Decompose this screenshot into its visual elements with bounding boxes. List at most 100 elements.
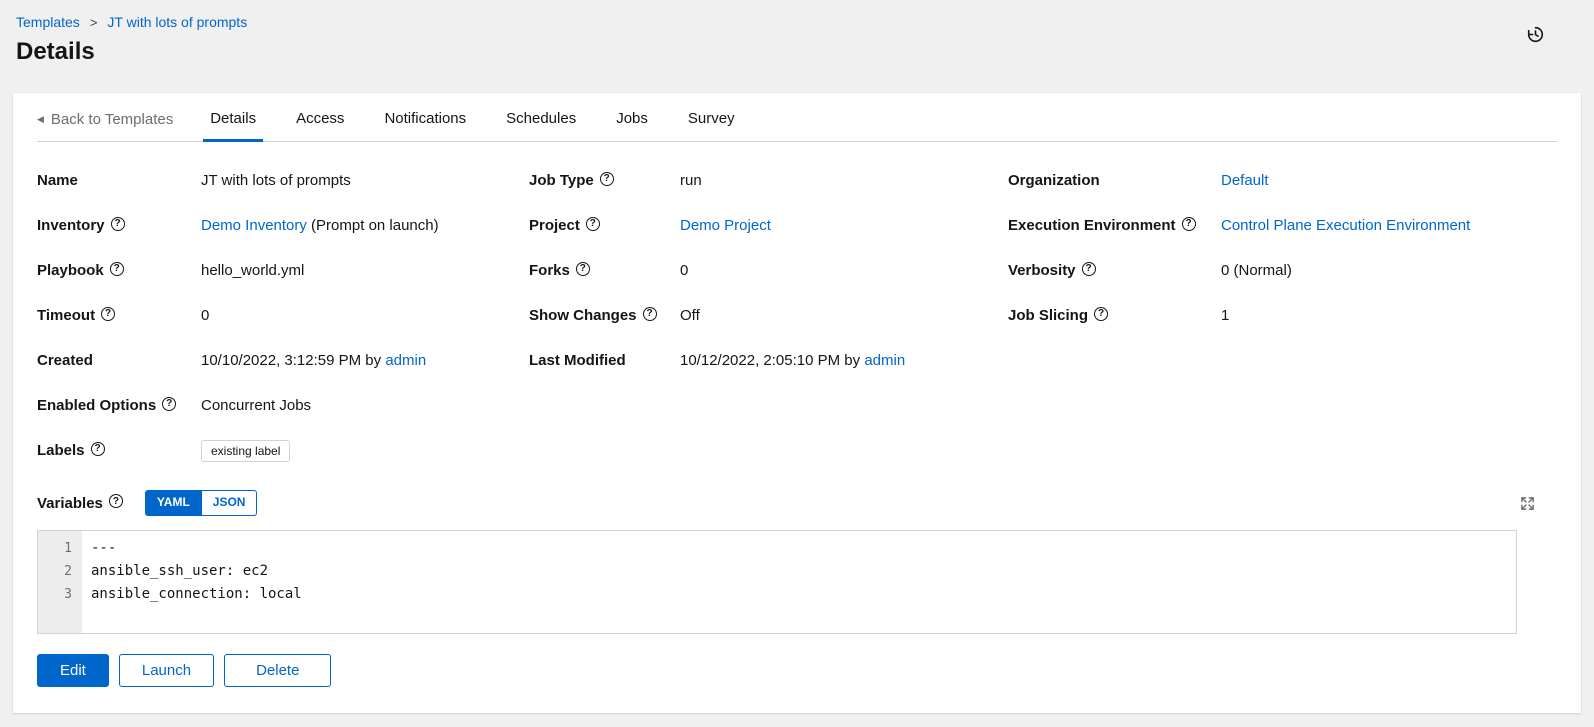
- field-label-text: Execution Environment: [1008, 217, 1176, 234]
- field-label-text: Last Modified: [529, 352, 626, 369]
- line-number: 2: [64, 563, 72, 579]
- breadcrumb-link-templates[interactable]: Templates: [16, 14, 80, 30]
- help-icon[interactable]: ?: [108, 494, 123, 509]
- page-title: Details: [16, 38, 95, 65]
- help-icon[interactable]: ?: [162, 396, 177, 411]
- field-timeout: Timeout ? 0: [37, 305, 529, 326]
- help-icon[interactable]: ?: [599, 171, 614, 186]
- field-organization-label: Organization: [1008, 170, 1221, 191]
- breadcrumb-separator-icon: >: [89, 14, 98, 30]
- field-job-slicing: Job Slicing ? 1: [1008, 305, 1557, 326]
- field-job-type-label: Job Type ?: [529, 170, 680, 191]
- yaml-toggle-button[interactable]: YAML: [144, 490, 202, 516]
- inventory-link[interactable]: Demo Inventory: [201, 217, 307, 234]
- field-variables: Variables ? YAML JSON: [37, 490, 1557, 516]
- field-label-text: Name: [37, 172, 78, 189]
- json-toggle-button[interactable]: JSON: [201, 490, 258, 516]
- code-line: ansible_connection: local: [91, 585, 302, 602]
- field-playbook-label: Playbook ?: [37, 260, 201, 281]
- help-icon[interactable]: ?: [575, 261, 590, 276]
- field-organization-value: Default: [1221, 170, 1269, 191]
- label-chip: existing label: [201, 440, 291, 463]
- launch-button[interactable]: Launch: [118, 653, 215, 687]
- variables-editor: 1 2 3 --- ansible_ssh_user: ec2 ansible_…: [37, 529, 1517, 634]
- help-icon[interactable]: ?: [585, 216, 600, 231]
- last-modified-by-user-link[interactable]: admin: [864, 352, 905, 369]
- tab-notifications[interactable]: Notifications: [377, 93, 473, 142]
- field-playbook-value: hello_world.yml: [201, 262, 305, 279]
- field-label-text: Enabled Options: [37, 397, 157, 414]
- tab-details[interactable]: Details: [203, 93, 264, 142]
- delete-button[interactable]: Delete: [224, 653, 332, 687]
- field-job-type-value: run: [680, 172, 702, 189]
- field-job-slicing-label: Job Slicing ?: [1008, 305, 1221, 326]
- help-icon[interactable]: ?: [1181, 216, 1196, 231]
- tab-access[interactable]: Access: [289, 93, 351, 142]
- field-project-value: Demo Project: [680, 215, 771, 236]
- field-label-text: Forks: [529, 262, 570, 279]
- field-name: Name JT with lots of prompts: [37, 170, 529, 191]
- help-icon[interactable]: ?: [1081, 261, 1096, 276]
- field-variables-label: Variables ?: [37, 494, 123, 512]
- field-execution-environment-value: Control Plane Execution Environment: [1221, 215, 1470, 236]
- field-project-label: Project ?: [529, 215, 680, 236]
- line-number: 1: [64, 540, 72, 556]
- breadcrumb-link-current[interactable]: JT with lots of prompts: [107, 14, 247, 30]
- help-icon[interactable]: ?: [109, 261, 124, 276]
- field-verbosity: Verbosity ? 0 (Normal): [1008, 260, 1557, 281]
- field-label-text: Verbosity: [1008, 262, 1076, 279]
- variables-format-toggle: YAML JSON: [144, 490, 258, 516]
- field-inventory-value: Demo Inventory (Prompt on launch): [201, 215, 439, 236]
- tab-jobs[interactable]: Jobs: [609, 93, 655, 142]
- field-inventory-label: Inventory ?: [37, 215, 201, 236]
- field-label-text: Labels: [37, 442, 85, 459]
- help-icon[interactable]: ?: [101, 306, 116, 321]
- field-timeout-value: 0: [201, 307, 210, 324]
- tab-schedules[interactable]: Schedules: [499, 93, 583, 142]
- organization-link[interactable]: Default: [1221, 172, 1269, 189]
- editor-code-area: --- ansible_ssh_user: ec2 ansible_connec…: [82, 531, 1516, 633]
- field-show-changes: Show Changes ? Off: [529, 305, 1008, 326]
- back-to-templates-label: Back to Templates: [50, 110, 174, 128]
- field-labels-value: existing label: [201, 440, 291, 463]
- field-label-text: Job Type: [529, 172, 594, 189]
- field-label-text: Variables: [37, 494, 103, 512]
- help-icon[interactable]: ?: [110, 216, 125, 231]
- field-label-text: Playbook: [37, 262, 104, 279]
- field-playbook: Playbook ? hello_world.yml: [37, 260, 529, 281]
- field-label-text: Organization: [1008, 172, 1100, 189]
- field-verbosity-label: Verbosity ?: [1008, 260, 1221, 281]
- help-icon[interactable]: ?: [642, 306, 657, 321]
- help-icon[interactable]: ?: [1094, 306, 1109, 321]
- page-header: Templates > JT with lots of prompts Deta…: [0, 0, 1594, 66]
- history-icon[interactable]: [1527, 26, 1544, 48]
- project-link[interactable]: Demo Project: [680, 217, 771, 234]
- field-show-changes-value: Off: [680, 307, 700, 324]
- field-label-text: Project: [529, 217, 580, 234]
- field-label-text: Inventory: [37, 217, 105, 234]
- code-line: ansible_ssh_user: ec2: [91, 562, 269, 579]
- fields-column-1: Name JT with lots of prompts Inventory ?…: [37, 170, 529, 486]
- field-enabled-options-label: Enabled Options ?: [37, 395, 201, 416]
- back-to-templates-link[interactable]: ◀ Back to Templates: [37, 93, 173, 141]
- field-show-changes-label: Show Changes ?: [529, 305, 680, 326]
- tab-survey[interactable]: Survey: [681, 93, 742, 142]
- field-created-value: 10/10/2022, 3:12:59 PM by admin: [201, 350, 426, 371]
- expand-icon[interactable]: [1520, 496, 1535, 511]
- field-label-text: Job Slicing: [1008, 307, 1089, 324]
- editor-line-number-gutter: 1 2 3: [38, 530, 82, 633]
- edit-button[interactable]: Edit: [37, 653, 109, 687]
- last-modified-timestamp: 10/12/2022, 2:05:10 PM by: [680, 352, 865, 369]
- field-name-label: Name: [37, 170, 201, 191]
- field-enabled-options-value: Concurrent Jobs: [201, 397, 312, 414]
- help-icon[interactable]: ?: [90, 441, 105, 456]
- page: Templates > JT with lots of prompts Deta…: [0, 0, 1594, 713]
- details-card: ◀ Back to Templates Details Access Notif…: [13, 93, 1581, 713]
- field-job-slicing-value: 1: [1221, 307, 1230, 324]
- action-buttons: Edit Launch Delete: [37, 653, 1557, 687]
- execution-environment-link[interactable]: Control Plane Execution Environment: [1221, 217, 1470, 234]
- created-by-user-link[interactable]: admin: [385, 352, 426, 369]
- inventory-prompt-note: (Prompt on launch): [306, 217, 439, 234]
- field-labels-label: Labels ?: [37, 440, 201, 461]
- tabs-bar: ◀ Back to Templates Details Access Notif…: [37, 93, 1557, 142]
